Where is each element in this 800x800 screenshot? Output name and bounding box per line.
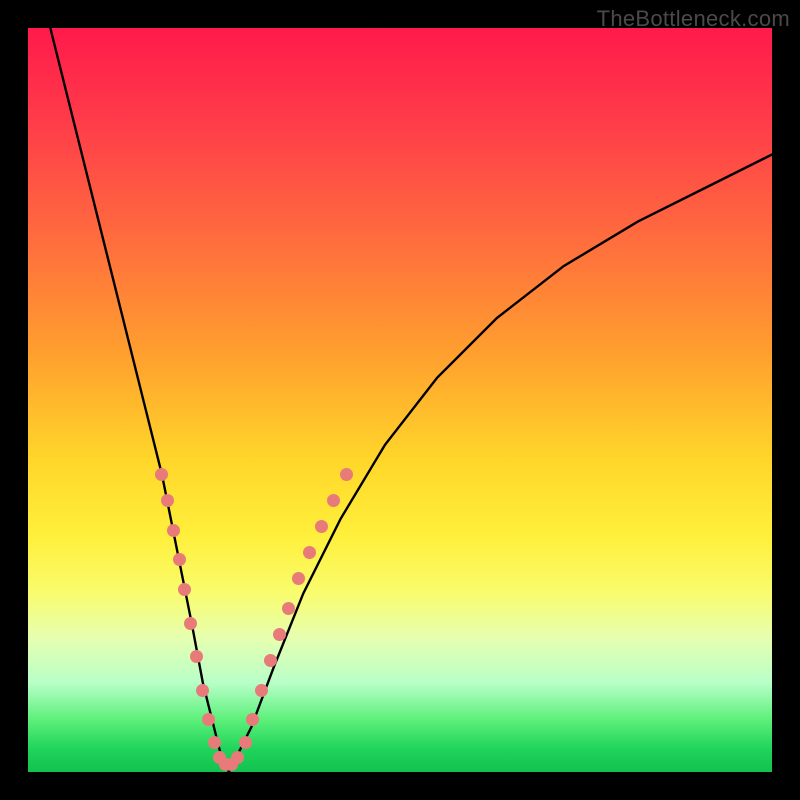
highlight-dot: [273, 628, 286, 641]
highlight-dot: [246, 713, 259, 726]
highlight-dot: [178, 583, 191, 596]
highlight-dot: [340, 468, 353, 481]
highlight-dot: [202, 713, 215, 726]
highlight-dot: [190, 650, 203, 663]
highlight-dots: [28, 28, 772, 772]
highlight-dot: [208, 736, 221, 749]
highlight-dot: [184, 617, 197, 630]
highlight-dot: [161, 494, 174, 507]
highlight-dot: [282, 602, 295, 615]
highlight-dot: [327, 494, 340, 507]
highlight-dot: [255, 684, 268, 697]
watermark-text: TheBottleneck.com: [597, 6, 790, 32]
plot-area: [28, 28, 772, 772]
highlight-dot: [173, 553, 186, 566]
highlight-dot: [264, 654, 277, 667]
highlight-dot: [155, 468, 168, 481]
highlight-dot: [196, 684, 209, 697]
highlight-dot: [292, 572, 305, 585]
highlight-dot: [239, 736, 252, 749]
highlight-dot: [315, 520, 328, 533]
highlight-dot: [167, 524, 180, 537]
highlight-dot: [231, 751, 244, 764]
highlight-dot: [303, 546, 316, 559]
chart-frame: TheBottleneck.com: [0, 0, 800, 800]
